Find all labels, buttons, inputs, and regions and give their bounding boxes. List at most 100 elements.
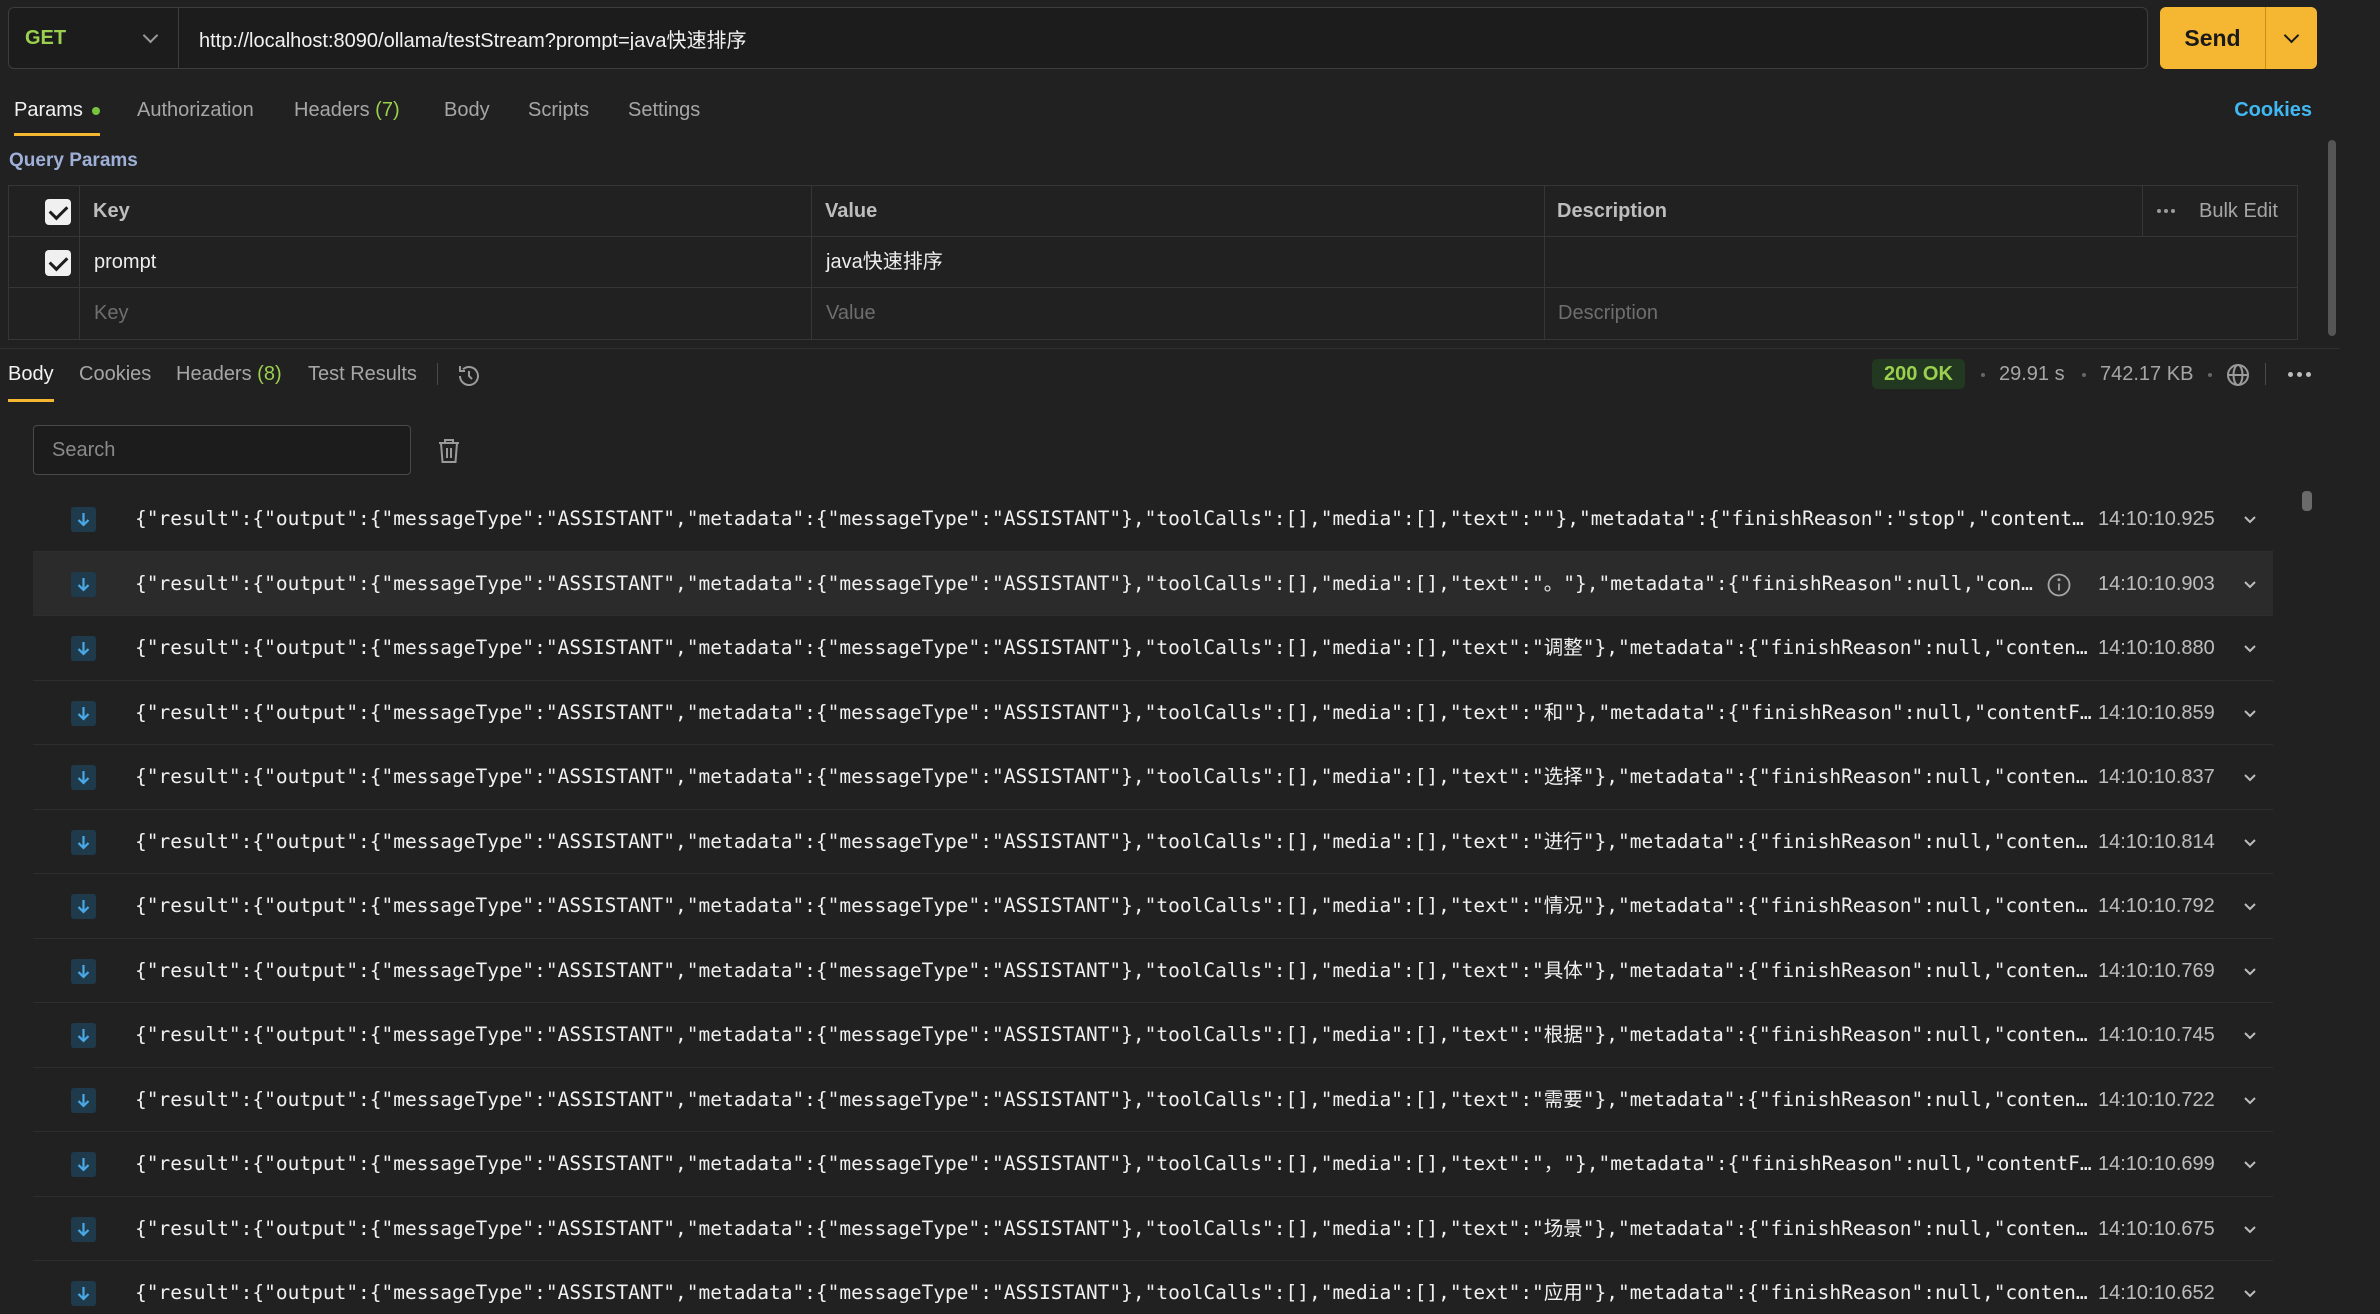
- url-input[interactable]: [179, 26, 2147, 50]
- tab-body[interactable]: Body: [444, 92, 490, 136]
- response-tab-body[interactable]: Body: [8, 358, 54, 402]
- cookies-link[interactable]: Cookies: [2234, 92, 2312, 128]
- event-text: {"result":{"output":{"messageType":"ASSI…: [135, 958, 2095, 982]
- response-tab-cookies[interactable]: Cookies: [79, 358, 151, 402]
- chevron-down-icon[interactable]: [2242, 834, 2258, 855]
- event-row[interactable]: {"result":{"output":{"messageType":"ASSI…: [33, 1068, 2273, 1132]
- chevron-down-icon[interactable]: [2242, 1221, 2258, 1242]
- event-timestamp: 14:10:10.859: [2098, 701, 2215, 724]
- chevron-down-icon[interactable]: [2242, 898, 2258, 919]
- tab-params-label: Params: [14, 99, 83, 121]
- method-select[interactable]: GET: [9, 8, 179, 68]
- send-options-button[interactable]: [2266, 27, 2317, 43]
- param-value[interactable]: java快速排序: [826, 237, 943, 288]
- event-timestamp: 14:10:10.722: [2098, 1088, 2215, 1111]
- event-row[interactable]: {"result":{"output":{"messageType":"ASSI…: [33, 1003, 2273, 1068]
- search-input[interactable]: [33, 425, 411, 475]
- param-enabled-checkbox[interactable]: [45, 250, 71, 276]
- arrow-down-icon: [71, 1152, 96, 1177]
- tab-settings[interactable]: Settings: [628, 92, 700, 136]
- request-scrollbar[interactable]: [2328, 140, 2336, 336]
- send-button-group: Send: [2160, 7, 2317, 69]
- tab-separator: [2265, 363, 2266, 385]
- event-row[interactable]: {"result":{"output":{"messageType":"ASSI…: [33, 551, 2273, 616]
- event-text: {"result":{"output":{"messageType":"ASSI…: [135, 765, 2095, 788]
- event-timestamp: 14:10:10.792: [2098, 895, 2215, 917]
- response-size: 742.17 KB: [2100, 363, 2194, 385]
- tab-headers-label: Headers: [294, 99, 370, 121]
- new-key-input[interactable]: Key: [94, 288, 128, 339]
- event-text: {"result":{"output":{"messageType":"ASSI…: [135, 507, 2095, 530]
- event-row[interactable]: {"result":{"output":{"messageType":"ASSI…: [33, 1132, 2273, 1197]
- event-row[interactable]: {"result":{"output":{"messageType":"ASSI…: [33, 1261, 2273, 1314]
- event-timestamp: 14:10:10.880: [2098, 637, 2215, 659]
- event-text: {"result":{"output":{"messageType":"ASSI…: [135, 829, 2095, 853]
- chevron-down-icon[interactable]: [2242, 511, 2258, 532]
- send-button[interactable]: Send: [2160, 25, 2265, 52]
- more-horizontal-icon[interactable]: [2288, 372, 2312, 377]
- event-row[interactable]: {"result":{"output":{"messageType":"ASSI…: [33, 681, 2273, 745]
- param-row: prompt java快速排序: [9, 237, 2297, 288]
- info-icon[interactable]: [2046, 572, 2072, 603]
- events-scrollbar[interactable]: [2302, 491, 2312, 511]
- chevron-down-icon[interactable]: [2242, 640, 2258, 661]
- chevron-down-icon[interactable]: [2242, 1092, 2258, 1113]
- event-row[interactable]: {"result":{"output":{"messageType":"ASSI…: [33, 487, 2273, 552]
- chevron-down-icon[interactable]: [2242, 576, 2258, 597]
- new-description-input[interactable]: Description: [1558, 288, 1658, 339]
- globe-icon[interactable]: [2225, 362, 2251, 393]
- response-headers-count: (8): [257, 363, 282, 385]
- event-row[interactable]: {"result":{"output":{"messageType":"ASSI…: [33, 810, 2273, 874]
- event-timestamp: 14:10:10.652: [2098, 1282, 2215, 1304]
- event-text: {"result":{"output":{"messageType":"ASSI…: [135, 1023, 2095, 1046]
- tab-headers[interactable]: Headers (7): [294, 92, 400, 136]
- tab-params[interactable]: Params: [14, 92, 100, 136]
- response-tab-headers-label: Headers: [176, 363, 252, 385]
- bulk-edit-button[interactable]: Bulk Edit: [2199, 186, 2278, 237]
- event-row[interactable]: {"result":{"output":{"messageType":"ASSI…: [33, 745, 2273, 810]
- meta-separator: [1981, 373, 1985, 377]
- select-all-checkbox[interactable]: [45, 199, 71, 225]
- event-text: {"result":{"output":{"messageType":"ASSI…: [135, 894, 2095, 917]
- chevron-down-icon[interactable]: [2242, 1285, 2258, 1306]
- tab-body-label: Body: [444, 99, 490, 121]
- arrow-down-icon: [71, 700, 96, 726]
- meta-separator: [2082, 373, 2086, 377]
- pane-divider[interactable]: [0, 348, 2340, 349]
- event-text: {"result":{"output":{"messageType":"ASSI…: [135, 1216, 2095, 1240]
- response-tab-test-results-label: Test Results: [308, 363, 417, 385]
- new-value-input[interactable]: Value: [826, 288, 876, 339]
- chevron-down-icon[interactable]: [2242, 705, 2258, 726]
- event-timestamp: 14:10:10.925: [2098, 508, 2215, 530]
- query-params-table: Key Value Description Bulk Edit prompt j…: [8, 185, 2298, 340]
- more-horizontal-icon[interactable]: [2157, 209, 2175, 214]
- key-column-header: Key: [93, 200, 130, 222]
- arrow-down-icon: [71, 571, 96, 597]
- tab-scripts[interactable]: Scripts: [528, 92, 589, 136]
- chevron-down-icon[interactable]: [2242, 769, 2258, 790]
- event-timestamp: 14:10:10.814: [2098, 830, 2215, 853]
- chevron-down-icon[interactable]: [2242, 1027, 2258, 1048]
- chevron-down-icon[interactable]: [2242, 963, 2258, 984]
- params-indicator-dot: [91, 106, 100, 115]
- response-tab-headers[interactable]: Headers (8): [176, 358, 282, 402]
- arrow-down-icon: [71, 636, 96, 661]
- trash-icon[interactable]: [437, 437, 461, 470]
- chevron-down-icon[interactable]: [2242, 1156, 2258, 1177]
- arrow-down-icon: [71, 1023, 96, 1048]
- value-column-header: Value: [825, 200, 878, 222]
- event-row[interactable]: {"result":{"output":{"messageType":"ASSI…: [33, 874, 2273, 939]
- arrow-down-icon: [71, 894, 96, 919]
- tab-authorization[interactable]: Authorization: [137, 92, 254, 136]
- event-row[interactable]: {"result":{"output":{"messageType":"ASSI…: [33, 616, 2273, 681]
- event-row[interactable]: {"result":{"output":{"messageType":"ASSI…: [33, 1197, 2273, 1261]
- history-icon[interactable]: [456, 363, 482, 394]
- event-row[interactable]: {"result":{"output":{"messageType":"ASSI…: [33, 939, 2273, 1003]
- tab-settings-label: Settings: [628, 99, 701, 121]
- response-tab-test-results[interactable]: Test Results: [308, 358, 417, 402]
- arrow-down-icon: [71, 958, 96, 984]
- event-timestamp: 14:10:10.675: [2098, 1217, 2215, 1240]
- chevron-down-icon: [2283, 27, 2300, 43]
- arrow-down-icon: [71, 1281, 96, 1306]
- param-key[interactable]: prompt: [94, 237, 156, 288]
